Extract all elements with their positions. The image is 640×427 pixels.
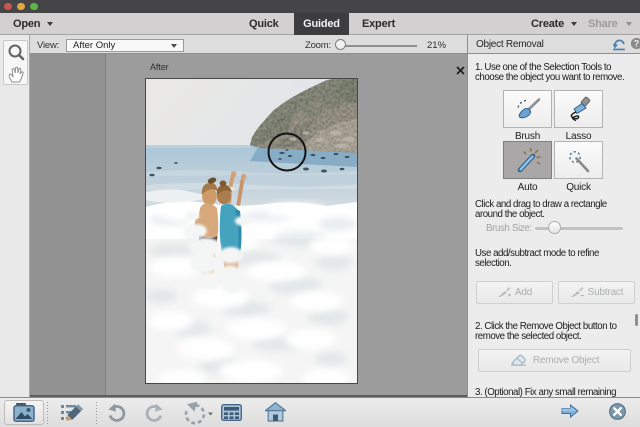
svg-text:?: ? — [634, 39, 640, 49]
